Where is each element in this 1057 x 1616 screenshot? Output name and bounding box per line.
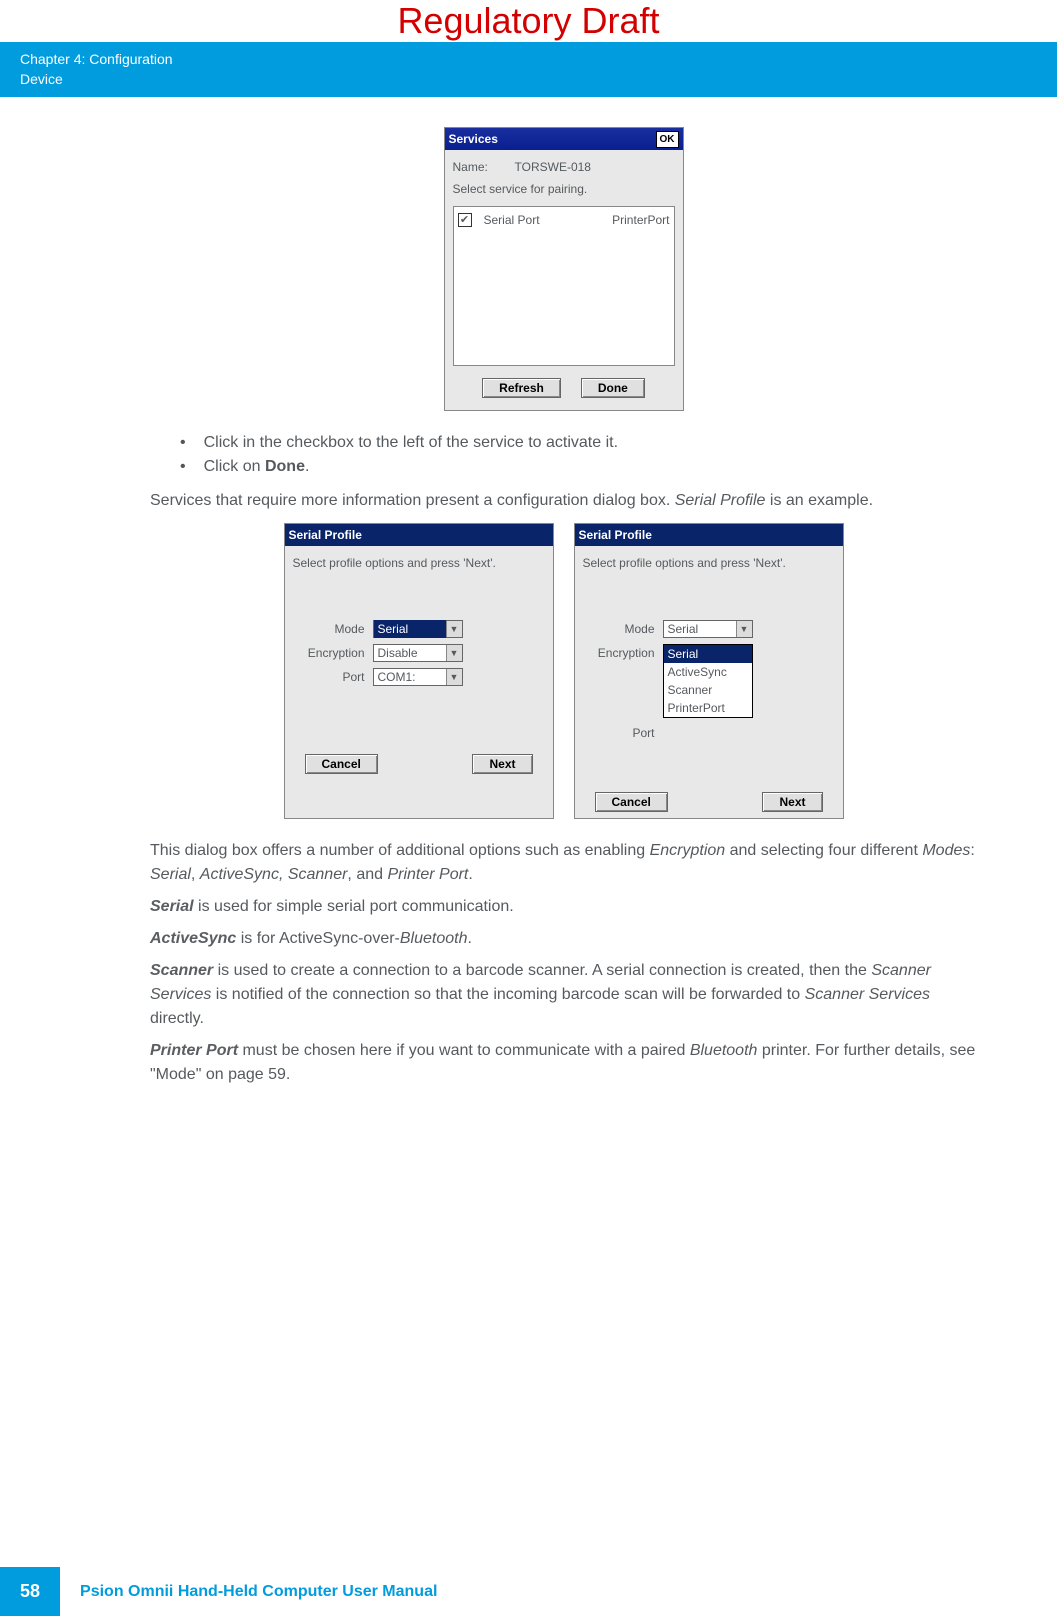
sp-right-title: Serial Profile [579,526,652,544]
bullet-2-pre: Click on [204,458,265,475]
bullet-2-post: . [305,458,309,475]
services-listbox[interactable]: ✔ Serial Port PrinterPort [453,206,675,366]
services-dialog: Services OK Name: TORSWE-018 Select serv… [444,127,684,411]
port-label: Port [293,668,373,686]
name-label: Name: [453,160,488,174]
mode-value-r: Serial [664,620,736,638]
encryption-combo[interactable]: Disable▼ [373,644,463,662]
port-label-r: Port [583,724,663,742]
dropdown-option-activesync[interactable]: ActiveSync [664,663,752,681]
ok-button[interactable]: OK [656,131,679,148]
sp-left-instr: Select profile options and press 'Next'. [293,552,545,574]
mode-label-r: Mode [583,620,663,638]
serial-profile-dialog-right: Serial Profile Select profile options an… [574,523,844,819]
chevron-down-icon[interactable]: ▼ [736,621,752,637]
cancel-button-r[interactable]: Cancel [595,792,668,812]
para-services-info: Services that require more information p… [150,489,977,513]
encryption-value: Disable [374,644,446,662]
dropdown-option-serial[interactable]: Serial [664,645,752,663]
refresh-button[interactable]: Refresh [482,378,561,398]
mode-combo-r[interactable]: Serial▼ [663,620,753,638]
port-combo[interactable]: COM1:▼ [373,668,463,686]
chevron-down-icon[interactable]: ▼ [446,621,462,637]
sp-left-title: Serial Profile [289,526,362,544]
bullet-2-bold: Done [265,458,305,475]
dropdown-option-scanner[interactable]: Scanner [664,681,752,699]
sp-right-instr: Select profile options and press 'Next'. [583,552,835,574]
services-title: Services [449,130,498,148]
para-printerport: Printer Port must be chosen here if you … [150,1039,977,1087]
para-options: This dialog box offers a number of addit… [150,839,977,887]
chapter-line2: Device [20,70,1037,90]
serial-profile-dialog-left: Serial Profile Select profile options an… [284,523,554,819]
encryption-label-r: Encryption [583,644,663,662]
page-footer: 58 Psion Omnii Hand-Held Computer User M… [0,1567,1057,1616]
chapter-line1: Chapter 4: Configuration [20,50,1037,70]
para1-post: is an example. [765,492,873,509]
para1-pre: Services that require more information p… [150,492,675,509]
service-profile: PrinterPort [612,211,669,229]
para-scanner: Scanner is used to create a connection t… [150,959,977,1031]
sp-right-titlebar: Serial Profile [575,524,843,546]
cancel-button[interactable]: Cancel [305,754,378,774]
sp-left-titlebar: Serial Profile [285,524,553,546]
service-row[interactable]: ✔ Serial Port PrinterPort [458,211,670,229]
port-value: COM1: [374,668,446,686]
manual-title: Psion Omnii Hand-Held Computer User Manu… [60,1583,437,1601]
services-titlebar: Services OK [445,128,683,150]
service-name: Serial Port [484,211,540,229]
draft-banner: Regulatory Draft [0,0,1057,42]
chevron-down-icon[interactable]: ▼ [446,669,462,685]
next-button-r[interactable]: Next [762,792,822,812]
page-number: 58 [0,1567,60,1616]
encryption-label: Encryption [293,644,373,662]
mode-label: Mode [293,620,373,638]
mode-combo[interactable]: Serial▼ [373,620,463,638]
bullet-1: Click in the checkbox to the left of the… [180,431,977,455]
mode-dropdown-list[interactable]: Serial ActiveSync Scanner PrinterPort [663,644,753,718]
services-instruction: Select service for pairing. [453,178,675,200]
bullet-2: Click on Done. [180,455,977,479]
checkbox-icon[interactable]: ✔ [458,213,472,227]
chapter-header: Chapter 4: Configuration Device [0,42,1057,97]
done-button[interactable]: Done [581,378,645,398]
para-activesync: ActiveSync is for ActiveSync-over-Blueto… [150,927,977,951]
next-button[interactable]: Next [472,754,532,774]
chevron-down-icon[interactable]: ▼ [446,645,462,661]
mode-value: Serial [374,620,446,638]
name-value: TORSWE-018 [515,160,591,174]
dropdown-option-printerport[interactable]: PrinterPort [664,699,752,717]
para1-ital: Serial Profile [675,492,766,509]
para-serial: Serial is used for simple serial port co… [150,895,977,919]
